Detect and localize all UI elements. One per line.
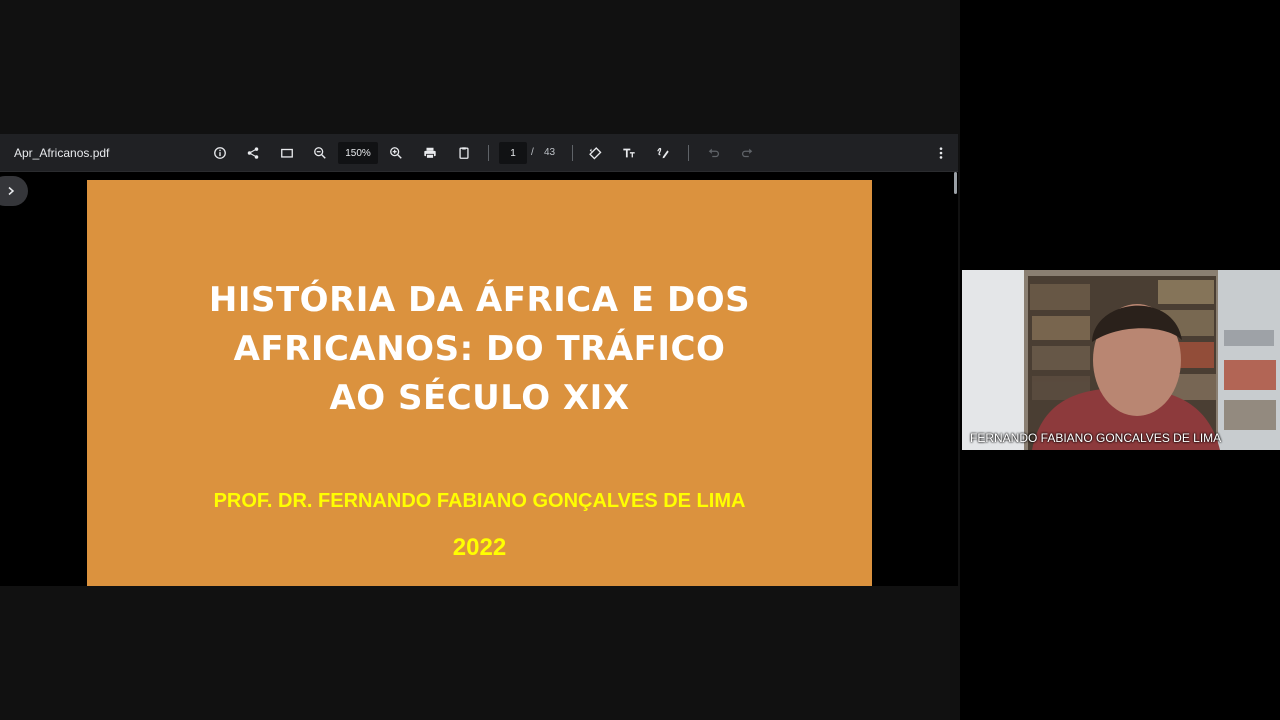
sidebar-toggle-button[interactable] <box>0 176 28 206</box>
participant-name: FERNANDO FABIANO GONCALVES DE LIMA <box>970 431 1222 445</box>
page-total: 43 <box>544 147 556 158</box>
info-icon <box>214 147 226 159</box>
toolbar-divider <box>488 145 489 161</box>
rotate-button[interactable] <box>585 143 605 163</box>
page-separator: / <box>531 147 534 158</box>
page-number-field[interactable]: 1 <box>499 142 527 164</box>
screen-share-area: Apr_Africanos.pdf 150% 1 / 43 HISTÓRIA D… <box>0 0 960 720</box>
undo-icon <box>708 148 719 158</box>
pdf-page: HISTÓRIA DA ÁFRICA E DOS AFRICANOS: DO T… <box>87 180 872 586</box>
more-options-button[interactable] <box>931 143 951 163</box>
text-size-icon <box>623 148 635 158</box>
zoom-in-icon <box>390 147 402 159</box>
document-properties-button[interactable] <box>210 143 230 163</box>
toolbar-divider <box>688 145 689 161</box>
print-icon <box>424 147 436 159</box>
slide-title: HISTÓRIA DA ÁFRICA E DOS AFRICANOS: DO T… <box>208 280 751 418</box>
print-button[interactable] <box>420 143 440 163</box>
present-icon <box>281 148 293 158</box>
toolbar-divider <box>572 145 573 161</box>
chevron-right-icon <box>8 186 15 196</box>
pen-icon <box>657 147 669 159</box>
slide-year: 2022 <box>452 534 507 561</box>
pdf-viewer: Apr_Africanos.pdf 150% 1 / 43 HISTÓRIA D… <box>0 134 958 586</box>
undo-button[interactable] <box>704 143 724 163</box>
clipboard-icon <box>459 147 469 159</box>
redo-button[interactable] <box>737 143 757 163</box>
share-icon <box>247 147 259 159</box>
zoom-out-button[interactable] <box>310 143 330 163</box>
more-vert-icon <box>939 147 943 159</box>
share-button[interactable] <box>243 143 263 163</box>
rotate-icon <box>589 147 602 160</box>
present-button[interactable] <box>277 143 297 163</box>
download-button[interactable] <box>454 143 474 163</box>
scrollbar-thumb[interactable] <box>954 172 957 194</box>
file-title: Apr_Africanos.pdf <box>14 146 110 160</box>
participant-video <box>962 270 1280 450</box>
draw-button[interactable] <box>653 143 673 163</box>
zoom-level-field[interactable]: 150% <box>338 142 378 164</box>
text-annotation-button[interactable] <box>619 143 639 163</box>
pdf-toolbar: Apr_Africanos.pdf 150% 1 / 43 <box>0 134 958 172</box>
redo-icon <box>742 148 753 158</box>
participant-video-tile[interactable]: FERNANDO FABIANO GONCALVES DE LIMA <box>962 270 1280 450</box>
zoom-out-icon <box>314 147 326 159</box>
zoom-in-button[interactable] <box>386 143 406 163</box>
slide-author: PROF. DR. FERNANDO FABIANO GONÇALVES DE … <box>213 490 746 512</box>
